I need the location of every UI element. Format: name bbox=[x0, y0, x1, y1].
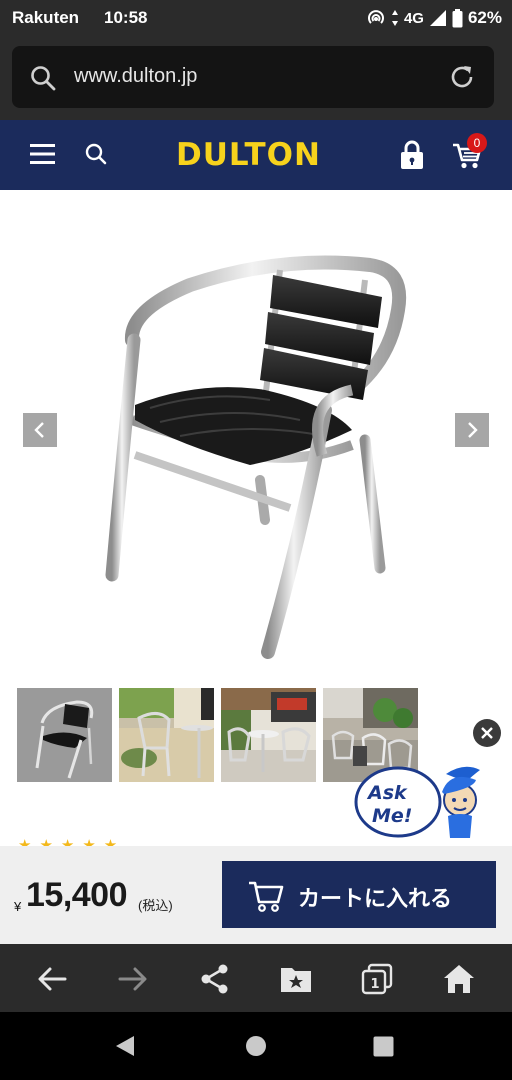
chevron-right-icon bbox=[468, 422, 478, 438]
browser-toolbar: 1 bbox=[0, 944, 512, 1012]
svg-text:Me!: Me! bbox=[372, 805, 412, 827]
site-header: DULTON bbox=[0, 120, 512, 190]
thumbnail-3[interactable] bbox=[221, 688, 316, 782]
cart-icon bbox=[248, 877, 284, 918]
thumbnail-2[interactable] bbox=[119, 688, 214, 782]
status-indicators: 4G 62% bbox=[366, 6, 502, 30]
clock: 10:58 bbox=[104, 8, 148, 27]
close-icon[interactable] bbox=[473, 719, 501, 747]
add-to-cart-button[interactable]: カートに入れる bbox=[222, 861, 496, 928]
next-image-button[interactable] bbox=[455, 413, 489, 447]
svg-text:1: 1 bbox=[371, 977, 380, 992]
battery-percent: 62% bbox=[467, 8, 502, 27]
add-to-cart-label: カートに入れる bbox=[298, 886, 453, 911]
cart-count-badge: 0 bbox=[467, 133, 487, 153]
reload-icon[interactable] bbox=[448, 63, 476, 96]
thumbnail-1[interactable] bbox=[17, 688, 112, 782]
search-icon[interactable] bbox=[84, 142, 108, 171]
lock-icon[interactable] bbox=[400, 140, 424, 175]
browser-address-bar: www.dulton.jp bbox=[0, 36, 512, 120]
status-bar: Rakuten 10:58 4G 62% bbox=[0, 0, 512, 36]
hamburger-menu-icon[interactable] bbox=[30, 143, 55, 170]
data-arrows-icon bbox=[391, 9, 399, 27]
previous-image-button[interactable] bbox=[23, 413, 57, 447]
home-icon[interactable] bbox=[442, 962, 476, 996]
site-logo[interactable]: DULTON bbox=[176, 137, 321, 173]
search-icon[interactable] bbox=[30, 65, 56, 96]
carrier-name: Rakuten bbox=[12, 8, 80, 27]
android-back-icon[interactable] bbox=[114, 1035, 136, 1062]
currency-symbol: ¥ bbox=[14, 899, 22, 914]
tabs-icon[interactable]: 1 bbox=[360, 962, 394, 996]
product-image[interactable] bbox=[90, 240, 420, 670]
share-icon[interactable] bbox=[198, 962, 232, 996]
url-text[interactable]: www.dulton.jp bbox=[74, 65, 197, 88]
signal-icon bbox=[429, 9, 447, 27]
svg-text:Ask: Ask bbox=[366, 782, 408, 804]
product-price: 15,400 bbox=[26, 876, 128, 914]
android-navigation-bar bbox=[0, 1012, 512, 1080]
rating-stars: ★★★★★ bbox=[18, 838, 125, 846]
url-field[interactable]: www.dulton.jp bbox=[12, 46, 494, 108]
tax-note: (税込) bbox=[138, 898, 173, 913]
forward-icon[interactable] bbox=[116, 962, 150, 996]
android-recents-icon[interactable] bbox=[373, 1036, 394, 1062]
bookmark-icon[interactable] bbox=[279, 962, 313, 996]
android-home-icon[interactable] bbox=[245, 1035, 267, 1062]
ask-me-chat-widget[interactable]: Ask Me! bbox=[354, 762, 488, 840]
battery-icon bbox=[452, 8, 463, 28]
chevron-left-icon bbox=[34, 422, 44, 438]
price-bar: ¥ 15,400 (税込) カートに入れる bbox=[0, 846, 512, 944]
hotspot-icon bbox=[366, 8, 386, 28]
back-icon[interactable] bbox=[35, 962, 69, 996]
network-type: 4G bbox=[403, 9, 424, 27]
